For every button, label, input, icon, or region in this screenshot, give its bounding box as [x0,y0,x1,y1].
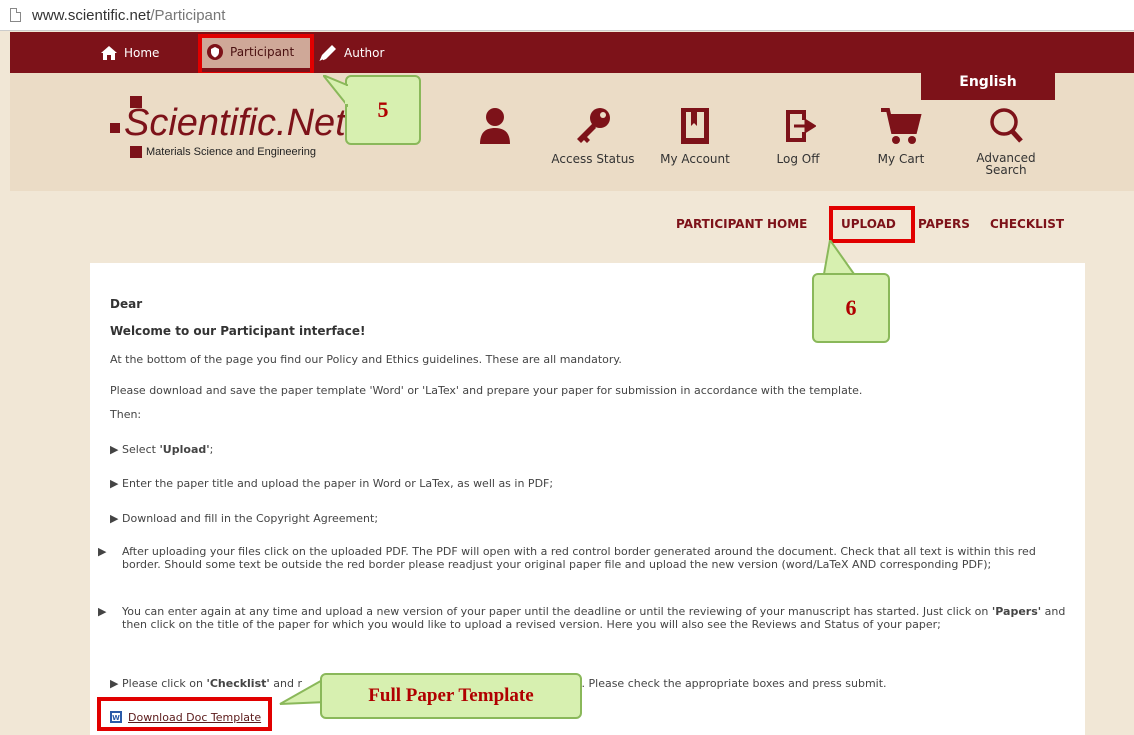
logo-square-left [110,123,120,133]
my-cart-label: My Cart [877,152,925,166]
papers-keyword: 'Papers' [991,605,1042,618]
bullet-arrow-icon: ▶ [110,677,119,690]
bullet-arrow-icon: ▶ [98,605,107,618]
access-status-label: Access Status [551,152,635,166]
upload-keyword: 'Upload' [159,443,210,456]
address-bar[interactable]: www.scientific.net/Participant [0,0,1134,31]
callout-6: 6 [812,273,890,343]
step-copyright: ▶ Download and fill in the Copyright Agre… [110,512,379,525]
step-check-pdf: ▶ After uploading your files click on the… [98,545,1036,571]
language-selector[interactable]: English [921,70,1055,100]
my-account-button[interactable]: My Account [655,106,735,166]
access-status-button[interactable]: Access Status [543,106,643,166]
step-enter-title: ▶ Enter the paper title and upload the pa… [110,477,554,490]
callout-5-pointer [323,75,349,107]
callout-5: 5 [345,75,421,145]
subnav-participant-home[interactable]: PARTICIPANT HOME [676,217,807,231]
nav-author[interactable]: Author [316,40,384,66]
pen-icon [318,45,336,63]
logoff-icon [786,110,816,142]
greeting: Dear [110,297,143,311]
step-checklist: ▶ Please click on 'Checklist' and r steps.… [110,677,887,690]
url-text[interactable]: www.scientific.net/Participant [32,7,225,24]
content-panel: Dear Welcome to our Participant interfac… [90,263,1085,735]
participant-highlight [198,34,314,76]
callout-6-text: 6 [845,295,857,320]
nav-home[interactable]: Home [100,40,159,66]
bullet-arrow-icon: ▶ [110,477,119,490]
then-label: Then: [110,408,142,421]
top-nav-bar [10,32,1134,73]
download-highlight [97,697,272,731]
step-upload: ▶ Select 'Upload'; [110,443,214,456]
book-icon [681,108,709,144]
bullet-arrow-icon: ▶ [98,545,107,558]
template-instructions: Please download and save the paper templ… [110,384,863,397]
page-icon [10,8,21,22]
policy-text: At the bottom of the page you find our P… [110,353,622,366]
advanced-search-button[interactable]: Advanced Search [966,106,1046,176]
advanced-search-label: Advanced Search [976,151,1036,177]
callout-5-text: 5 [377,97,389,122]
url-path: /Participant [150,7,226,24]
upload-highlight [829,206,915,243]
subnav-checklist[interactable]: CHECKLIST [990,217,1064,231]
checklist-keyword: 'Checklist' [206,677,270,690]
user-button[interactable] [470,106,520,152]
subnav-papers[interactable]: PAPERS [918,217,970,231]
callout-full-paper-template: Full Paper Template [320,673,582,719]
log-off-label: Log Off [776,152,820,166]
logo-name: Scientific.Net [124,102,346,144]
logo-square-bottom [130,146,142,158]
bullet-arrow-icon: ▶ [110,443,119,456]
home-icon [101,46,117,60]
logo-subtitle: Materials Science and Engineering [146,146,316,158]
step-revise: ▶ You can enter again at any time and upl… [98,605,1066,631]
search-icon [990,108,1023,143]
log-off-button[interactable]: Log Off [768,106,828,166]
key-icon [577,108,610,143]
url-host: www.scientific.net [32,7,151,24]
callout-template-text: Full Paper Template [368,685,534,706]
nav-author-label: Author [344,46,385,60]
nav-home-label: Home [124,46,160,60]
my-cart-button[interactable]: My Cart [866,106,936,166]
bullet-arrow-icon: ▶ [110,512,119,525]
user-icon [480,108,510,144]
welcome-heading: Welcome to our Participant interface! [110,324,366,338]
my-account-label: My Account [660,152,730,166]
cart-icon [881,108,922,144]
